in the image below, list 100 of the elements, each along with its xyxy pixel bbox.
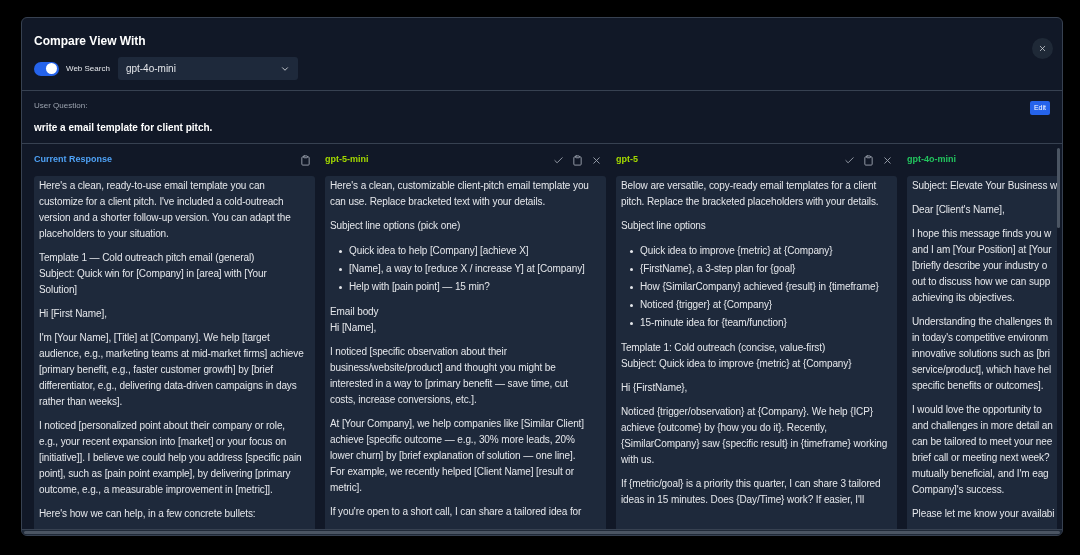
column-title: gpt-5-mini <box>325 153 369 167</box>
model-select[interactable]: gpt-4o-mini <box>117 57 298 80</box>
response-text-line: Please let me know your availabi <box>912 507 1056 521</box>
close-icon[interactable] <box>882 154 893 166</box>
bullet-text: Help with [pain point] — 15 min? <box>349 280 490 294</box>
response-text-line: metric]. <box>330 481 363 495</box>
bullet-text: Quick idea to help [Company] [achieve X] <box>349 244 529 258</box>
response-text-line: Hi {FirstName}, <box>621 381 689 395</box>
response-text-line: business/website/product] and thought you might be <box>330 361 557 375</box>
response-text-line: [initiative]]. I believe we could help you address [specific pain <box>39 451 303 465</box>
bullet-icon <box>339 285 342 289</box>
bullet-icon <box>339 249 342 253</box>
dialog-title: Compare View With <box>34 33 147 50</box>
response-text-line: Here's a clean, customizable client-pitch email template you <box>330 179 590 193</box>
response-text-line: in today's competitive environm <box>912 331 1050 345</box>
response-text-line: out to discuss how we can supp <box>912 275 1052 289</box>
bullet-icon <box>630 303 633 307</box>
response-text-line: and challenges in more detail an <box>912 419 1054 433</box>
response-text-line: Subject line options (pick one) <box>330 219 462 233</box>
response-text-line: rather than weeks]. <box>39 395 124 409</box>
response-text-line: placeholders to your situation. <box>39 227 170 241</box>
response-text-line: innovative solutions such as [bri <box>912 347 1051 361</box>
response-text-line: Subject: Quick win for [Company] in [area] with [Your <box>39 267 268 281</box>
response-text-line: At [Your Company], we help companies like [Similar Client] <box>330 417 585 431</box>
close-button[interactable] <box>1032 38 1053 59</box>
response-text-line: Here's how we can help, in a few concrete bullets: <box>39 507 257 521</box>
response-text-line: Solution] <box>39 283 79 297</box>
bullet-text: [Name], a way to [reduce X / increase Y] at [Company] <box>349 262 585 276</box>
response-text-line: can use. Replace bracketed text with your details. <box>330 195 547 209</box>
response-text-line: audience, e.g., marketing teams at mid-market firms] achieve <box>39 347 305 361</box>
response-text-line: Noticed {trigger/observation} at {Company}. We help {ICP} <box>621 405 875 419</box>
response-text-line: I hope this message finds you w <box>912 227 1053 241</box>
response-text-line: interested in a way to [primary benefit — save time, cut <box>330 377 569 391</box>
close-icon <box>1038 44 1047 53</box>
response-text-line: lower churn] by [brief explanation of solution — one line]. <box>330 449 577 463</box>
response-text-line: customize for a client pitch. I've included a cold-outreach <box>39 195 285 209</box>
response-text-line: pitch. Replace the bracketed placeholders with your details. <box>621 195 880 209</box>
web-search-label: Web Search <box>66 62 110 75</box>
bullet-text: 15-minute idea for {team/function} <box>640 316 787 330</box>
bullet-icon <box>630 267 633 271</box>
response-text-line: ideas in 15 minutes. Does {Day/Time} work? If easier, I'll <box>621 493 866 507</box>
response-text-line: Below are versatile, copy-ready email templates for a client <box>621 179 878 193</box>
response-text-line: Template 1: Cold outreach (concise, value-first) <box>621 341 827 355</box>
bullet-icon <box>339 267 342 271</box>
response-text-line: outcome, e.g., a measurable improvement in [metric]]. <box>39 483 274 497</box>
response-text-line: Here's a clean, ready-to-use email template you can <box>39 179 266 193</box>
response-text-line: I would love the opportunity to <box>912 403 1043 417</box>
question-label: User Question: <box>34 100 89 112</box>
response-text-line: [primary benefit, e.g., faster customer growth] by [brief <box>39 363 274 377</box>
response-text-line: I noticed [specific observation about their <box>330 345 508 359</box>
clipboard-icon[interactable] <box>863 154 874 166</box>
response-text-line: specific benefits or outcomes]. <box>912 379 1045 393</box>
bullet-icon <box>630 249 633 253</box>
response-text-line: For example, we recently helped [Client Name] [result or <box>330 465 575 479</box>
clipboard-icon[interactable] <box>300 154 311 166</box>
response-text-line: Understanding the challenges th <box>912 315 1054 329</box>
response-text-line: mutually beneficial, and I'm eag <box>912 467 1050 481</box>
response-text-line: can be tailored to meet your nee <box>912 435 1054 449</box>
response-text-line: Hi [First Name], <box>39 307 108 321</box>
response-text-line: Subject: Quick idea to improve {metric} at {Company} <box>621 357 853 371</box>
bullet-text: How {SimilarCompany} achieved {result} in {timeframe} <box>640 280 879 294</box>
check-icon[interactable] <box>553 154 564 166</box>
response-text-line: achieve [specific outcome — e.g., 30% more leads, 20% <box>330 433 576 447</box>
response-text-line: Dear [Client's Name], <box>912 203 1006 217</box>
response-text-line: Subject line options <box>621 219 707 233</box>
response-text-line: If you're open to a short call, I can share a tailored idea for <box>330 505 583 519</box>
bullet-text: Noticed {trigger} at {Company} <box>640 298 773 312</box>
response-text-line: Company]'s success. <box>912 483 1006 497</box>
response-text-line: I noticed [personalized point about their company or role, <box>39 419 287 433</box>
column-title: gpt-4o-mini <box>907 153 956 167</box>
toggle-switch[interactable] <box>34 61 59 76</box>
close-icon[interactable] <box>591 154 602 166</box>
response-text-line: {SimilarCompany} saw {specific result} in {timeframe} working <box>621 437 889 451</box>
response-text-line: achieve {outcome} by {how you do it}. Recently, <box>621 421 828 435</box>
column-title: gpt-5 <box>616 153 638 167</box>
response-text-line: e.g., your recent expansion into [market] or your focus on <box>39 435 288 449</box>
response-text-line: Template 1 — Cold outreach pitch email (general) <box>39 251 256 265</box>
bullet-icon <box>630 285 633 289</box>
response-text-line: Email body <box>330 305 380 319</box>
response-text-line: version and a shorter follow-up version. You can adapt the <box>39 211 292 225</box>
response-text-line: differentiator, e.g., delivering data-driven campaigns in days <box>39 379 298 393</box>
bullet-text: Quick idea to improve {metric} at {Company} <box>640 244 833 258</box>
clipboard-icon[interactable] <box>572 154 583 166</box>
response-text-line: brief call or meeting next week? <box>912 451 1051 465</box>
horizontal-scrollbar[interactable] <box>22 529 1062 535</box>
response-text-line: Subject: Elevate Your Business w <box>912 179 1057 193</box>
response-text-line: achieving its objectives. <box>912 291 1016 305</box>
bullet-text: {FirstName}, a 3-step plan for {goal} <box>640 262 796 276</box>
response-text-line: point], such as [pain point example], by delivering [primary <box>39 467 292 481</box>
response-text-line: Hi [Name], <box>330 321 378 335</box>
response-text-line: costs, increase conversions, etc.]. <box>330 393 478 407</box>
response-text-line: with us. <box>621 453 656 467</box>
check-icon[interactable] <box>844 154 855 166</box>
response-text-line: service/product], which have hel <box>912 363 1053 377</box>
response-text-line: I'm [Your Name], [Title] at [Company]. We help [target <box>39 331 271 345</box>
response-text-line: [briefly describe your industry o <box>912 259 1049 273</box>
response-text-line: and I am [Your Position] at [Your <box>912 243 1053 257</box>
bullet-icon <box>630 321 633 325</box>
column-title: Current Response <box>34 153 113 167</box>
response-text-line: If {metric/goal} is a priority this quarter, I can share 3 tailored <box>621 477 882 491</box>
